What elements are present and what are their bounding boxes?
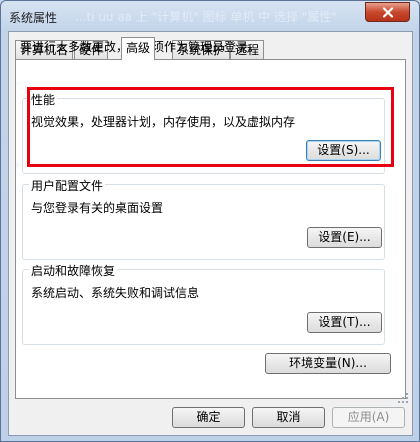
startup-recovery-settings-button[interactable]: 设置(T)... xyxy=(307,312,382,333)
close-icon xyxy=(382,6,393,18)
resize-grip-icon[interactable] xyxy=(394,389,410,405)
user-profiles-group: 用户配置文件 与您登录有关的桌面设置 xyxy=(22,177,385,260)
environment-variables-button[interactable]: 环境变量(N)... xyxy=(265,353,391,374)
close-button[interactable] xyxy=(365,2,410,22)
ok-button[interactable]: 确定 xyxy=(172,407,245,428)
window-title: 系统属性 xyxy=(9,11,58,25)
performance-description: 视觉效果，处理器计划，内存使用，以及虚拟内存 xyxy=(31,115,296,129)
startup-recovery-group: 启动和故障恢复 系统启动、系统失败和调试信息 xyxy=(22,262,385,345)
system-properties-window: 系统属性 ...ti uu aa 上 "计算机" 图标 单机 中 选择 "属性"… xyxy=(0,0,420,442)
startup-recovery-title: 启动和故障恢复 xyxy=(29,262,118,279)
tab-advanced[interactable]: 高级 xyxy=(121,37,156,60)
performance-group: 性能 视觉效果，处理器计划，内存使用，以及虚拟内存 xyxy=(22,91,385,174)
title-bar[interactable]: 系统属性 ...ti uu aa 上 "计算机" 图标 单机 中 选择 "属性" xyxy=(1,1,419,31)
user-profiles-title: 用户配置文件 xyxy=(29,177,106,194)
performance-title: 性能 xyxy=(29,91,58,108)
performance-settings-button[interactable]: 设置(S)... xyxy=(306,140,381,161)
startup-recovery-description: 系统启动、系统失败和调试信息 xyxy=(31,286,200,300)
user-profiles-settings-button[interactable]: 设置(E)... xyxy=(307,227,382,248)
cancel-button[interactable]: 取消 xyxy=(252,407,325,428)
user-profiles-description: 与您登录有关的桌面设置 xyxy=(31,201,164,215)
watermark-text: ...ti uu aa 上 "计算机" 图标 单机 中 选择 "属性" xyxy=(75,10,337,24)
apply-button[interactable]: 应用(A) xyxy=(332,407,405,428)
